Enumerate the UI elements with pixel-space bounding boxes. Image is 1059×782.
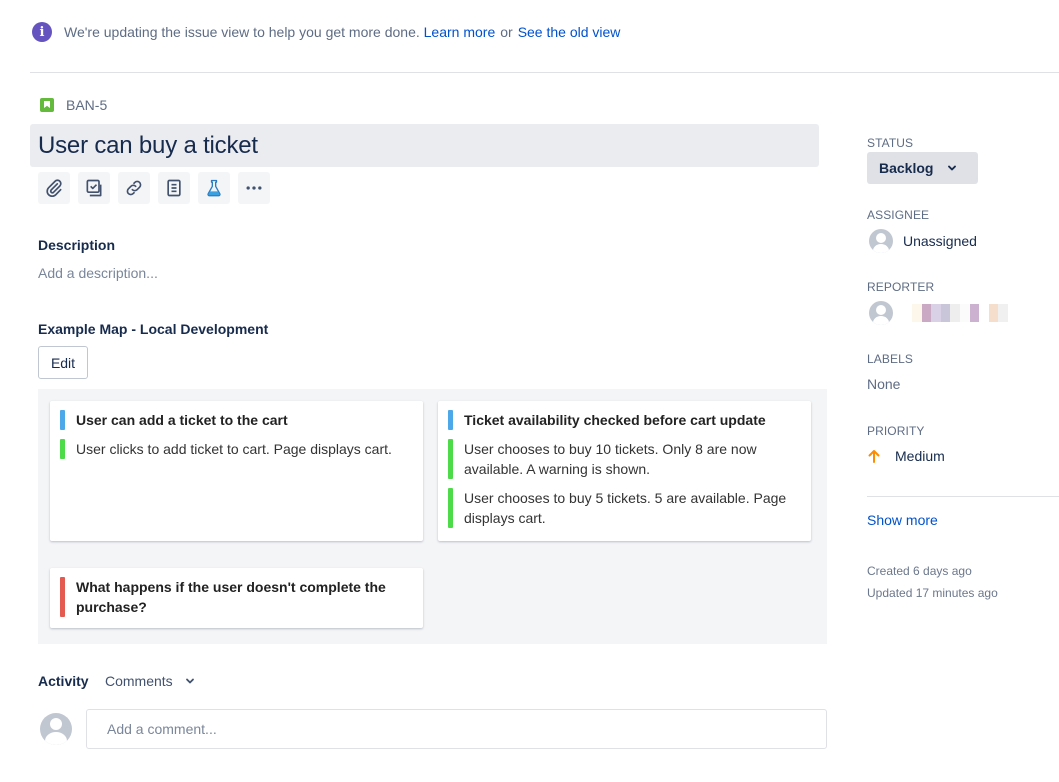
issue-breadcrumb[interactable]: BAN-5 [40,97,107,113]
reporter-label: REPORTER [867,280,935,294]
priority-field[interactable]: Medium [867,448,945,464]
page-icon [167,179,181,197]
link-icon [126,180,142,196]
description-field[interactable]: Add a description... [38,265,158,281]
create-subtask-button[interactable] [78,172,110,204]
status-dropdown[interactable]: Backlog [867,152,978,184]
labels-label: LABELS [867,352,913,366]
updated-timestamp: Updated 17 minutes ago [867,586,998,600]
attach-button[interactable] [38,172,70,204]
subtask-icon [86,179,102,197]
rule-color-bar [60,410,65,430]
issue-title[interactable]: User can buy a ticket [38,132,258,160]
issue-toolbar [38,172,270,204]
question-row: What happens if the user doesn't complet… [60,577,413,617]
activity-filter-value: Comments [105,673,173,689]
see-old-view-link[interactable]: See the old view [518,24,621,40]
comment-input[interactable] [86,709,827,749]
current-user-avatar [40,713,72,745]
example-row: User chooses to buy 10 tickets. Only 8 a… [448,439,801,479]
question-card[interactable]: What happens if the user doesn't complet… [50,568,423,628]
example-text: User chooses to buy 10 tickets. Only 8 a… [464,441,757,477]
attachment-icon [46,179,62,198]
assignee-value[interactable]: Unassigned [903,233,977,249]
learn-more-link[interactable]: Learn more [424,24,496,40]
more-actions-button[interactable] [238,172,270,204]
banner-text: We're updating the issue view to help yo… [64,24,420,40]
more-icon [246,186,262,190]
issue-key[interactable]: BAN-5 [66,97,107,113]
example-map-button[interactable] [198,172,230,204]
rule-color-bar [448,410,453,430]
sidebar-divider [867,496,1059,497]
assignee-avatar [869,229,893,253]
rule-card[interactable]: User can add a ticket to the cart User c… [50,401,423,541]
rule-text: Ticket availability checked before cart … [464,412,766,428]
priority-medium-arrow-icon [868,450,880,463]
question-color-bar [60,577,65,617]
question-text: What happens if the user doesn't complet… [76,579,386,615]
activity-label: Activity [38,673,89,689]
link-issue-button[interactable] [118,172,150,204]
assignee-label: ASSIGNEE [867,208,930,222]
show-more-link[interactable]: Show more [867,512,938,528]
banner-or: or [500,24,513,40]
example-color-bar [448,488,453,528]
update-banner: i We're updating the issue view to help … [30,22,620,42]
status-value: Backlog [879,160,934,176]
rule-row: Ticket availability checked before cart … [448,410,801,430]
labels-value[interactable]: None [867,376,900,392]
info-icon: i [32,22,52,42]
reporter-avatar [869,301,893,325]
example-text: User chooses to buy 5 tickets. 5 are ava… [464,490,787,526]
chevron-down-icon [185,678,194,684]
story-icon [40,98,54,112]
link-page-button[interactable] [158,172,190,204]
example-color-bar [60,439,65,459]
description-label: Description [38,237,116,253]
reporter-name-redacted[interactable] [912,304,1008,322]
rule-text: User can add a ticket to the cart [76,412,288,428]
example-map-board: User can add a ticket to the cart User c… [38,389,827,644]
example-row: User clicks to add ticket to cart. Page … [60,439,413,459]
rule-row: User can add a ticket to the cart [60,410,413,430]
example-row: User chooses to buy 5 tickets. 5 are ava… [448,488,801,528]
activity-filter-dropdown[interactable]: Comments [105,673,195,689]
priority-label: PRIORITY [867,424,925,438]
lab-flask-icon [207,179,221,197]
banner-divider [30,72,1059,73]
status-label: STATUS [867,136,914,150]
created-timestamp: Created 6 days ago [867,564,972,578]
issue-title-field[interactable]: User can buy a ticket [30,124,819,167]
edit-example-map-button[interactable]: Edit [38,346,88,379]
example-color-bar [448,439,453,479]
rule-card[interactable]: Ticket availability checked before cart … [438,401,811,541]
example-map-label: Example Map - Local Development [38,321,269,337]
chevron-down-icon [948,165,957,171]
example-text: User clicks to add ticket to cart. Page … [76,441,392,457]
priority-value: Medium [895,448,945,464]
